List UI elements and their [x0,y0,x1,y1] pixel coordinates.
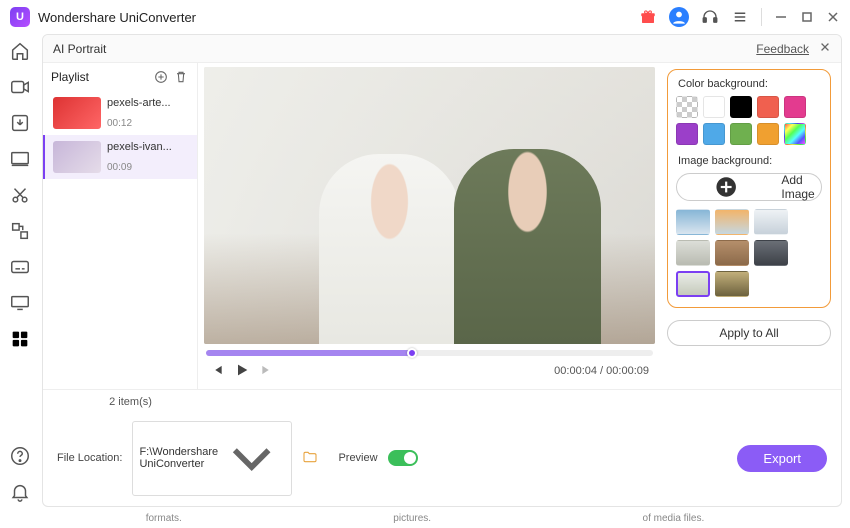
swatch-sky[interactable] [703,123,725,145]
bg-thumb[interactable] [754,240,788,266]
footer-bottom: File Location: F:\Wondershare UniConvert… [43,415,841,506]
apply-all-button[interactable]: Apply to All [667,320,831,346]
options-panel: Color background: [661,63,841,389]
preview-toggle[interactable] [388,450,418,466]
color-swatches [676,96,822,145]
maximize-button[interactable] [800,10,814,24]
divider [761,8,762,26]
hamburger-menu-icon[interactable] [731,8,749,26]
open-folder-icon[interactable] [302,449,318,468]
add-image-label: Add Image [781,173,821,201]
swatch-purple[interactable] [676,123,698,145]
bg-thumb[interactable] [754,209,788,235]
bg-thumb[interactable] [715,209,749,235]
play-button[interactable] [234,362,250,381]
sidebar-help-icon[interactable] [9,445,31,467]
color-bg-label: Color background: [678,78,822,90]
app-logo: U [10,7,30,27]
bg-thumb[interactable] [676,240,710,266]
sidebar-merge-icon[interactable] [9,220,31,242]
playlist-item-name: pexels-ivan... [107,141,172,153]
playlist-item[interactable]: pexels-ivan... 00:09 [43,135,197,179]
player-controls: 00:00:04 / 00:00:09 [204,358,655,389]
next-button[interactable] [260,363,274,380]
playlist-title: Playlist [51,70,149,84]
sidebar-apps-icon[interactable] [9,328,31,350]
sidebar-screen-icon[interactable] [9,148,31,170]
playlist-thumb [53,141,101,173]
options-box: Color background: [667,69,831,308]
swatch-orange[interactable] [757,123,779,145]
time-display: 00:00:04 / 00:00:09 [554,365,649,377]
titlebar: U Wondershare UniConverter [0,0,850,34]
sidebar [0,34,40,513]
add-image-button[interactable]: Add Image [676,173,822,201]
bg-thumb[interactable] [676,209,710,235]
swatch-black[interactable] [730,96,752,118]
bg-thumb[interactable] [715,240,749,266]
image-thumb-grid [676,209,822,297]
sidebar-bell-icon[interactable] [9,481,31,503]
image-bg-label: Image background: [678,155,822,167]
app-title: Wondershare UniConverter [38,10,196,25]
panel-close-icon[interactable] [819,41,831,56]
preview-toggle-label: Preview [338,452,377,464]
playlist-items: pexels-arte... 00:12 pexels-ivan... 00:0… [43,91,197,389]
sidebar-download-icon[interactable] [9,112,31,134]
main-panel: AI Portrait Feedback Playlist [42,34,842,507]
seek-bar[interactable] [206,350,653,356]
playlist-item[interactable]: pexels-arte... 00:12 [43,91,197,135]
panel-title: AI Portrait [53,42,106,56]
file-location-label: File Location: [57,452,122,464]
footer-top: 2 item(s) [43,389,841,415]
background-truncated-text: formats. pictures. of media files. [0,513,850,528]
sidebar-video-icon[interactable] [9,76,31,98]
panel-header: AI Portrait Feedback [43,35,841,63]
sidebar-cut-icon[interactable] [9,184,31,206]
playlist-item-duration: 00:09 [107,162,172,173]
preview-column: 00:00:04 / 00:00:09 [198,63,661,389]
sidebar-home-icon[interactable] [9,40,31,62]
swatch-magenta[interactable] [784,96,806,118]
headset-icon[interactable] [701,8,719,26]
item-count: 2 item(s) [53,396,208,408]
seek-thumb[interactable] [407,348,417,358]
swatch-rainbow[interactable] [784,123,806,145]
playlist-add-icon[interactable] [153,69,169,85]
bg-thumb-selected[interactable] [676,271,710,297]
swatch-transparent[interactable] [676,96,698,118]
close-button[interactable] [826,10,840,24]
playlist-delete-icon[interactable] [173,69,189,85]
playlist-panel: Playlist pexels-arte... 00:12 [43,63,198,389]
minimize-button[interactable] [774,10,788,24]
gift-icon[interactable] [639,8,657,26]
sidebar-screen2-icon[interactable] [9,292,31,314]
export-button[interactable]: Export [737,445,827,472]
swatch-green[interactable] [730,123,752,145]
feedback-link[interactable]: Feedback [756,42,809,56]
playlist-thumb [53,97,101,129]
file-location-path: F:\Wondershare UniConverter [139,446,218,470]
user-icon[interactable] [669,7,689,27]
playlist-item-duration: 00:12 [107,118,171,129]
sidebar-subtitle-icon[interactable] [9,256,31,278]
prev-button[interactable] [210,363,224,380]
bg-thumb[interactable] [715,271,749,297]
video-preview[interactable] [204,67,655,344]
apply-all-label: Apply to All [719,326,778,340]
swatch-white[interactable] [703,96,725,118]
file-location-dropdown[interactable]: F:\Wondershare UniConverter [132,421,292,496]
playlist-item-name: pexels-arte... [107,97,171,109]
swatch-coral[interactable] [757,96,779,118]
